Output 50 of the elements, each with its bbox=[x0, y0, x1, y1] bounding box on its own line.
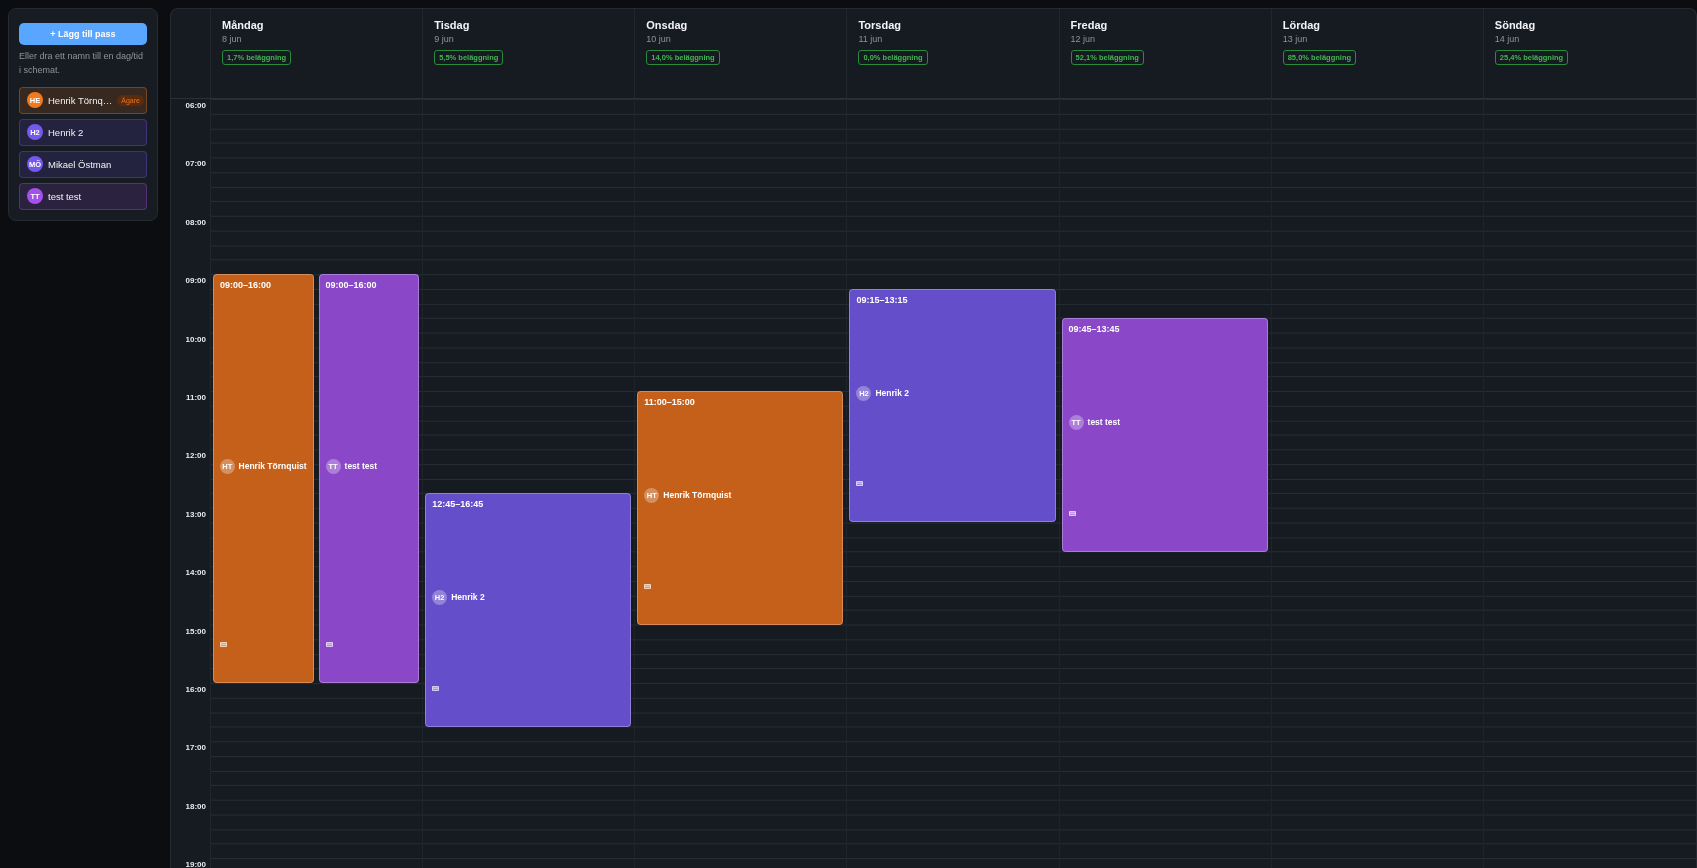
envelope-icon bbox=[220, 641, 227, 647]
time-label: 11:00 bbox=[185, 392, 206, 403]
time-label: 12:00 bbox=[185, 451, 206, 462]
day-date: 11 jun bbox=[858, 34, 883, 44]
time-label: 18:00 bbox=[185, 801, 206, 812]
time-label: 10:00 bbox=[185, 334, 206, 345]
shift-person-name: Henrik 2 bbox=[451, 592, 485, 603]
shift-person-name: Henrik Törnquist bbox=[238, 461, 307, 472]
shift-person-name: Henrik Törnquist bbox=[663, 490, 732, 501]
day-date: 13 jun bbox=[1282, 34, 1308, 44]
time-label: 09:00 bbox=[185, 276, 206, 287]
time-label: 17:00 bbox=[185, 743, 206, 754]
envelope-icon bbox=[644, 583, 652, 589]
day-date: 14 jun bbox=[1494, 34, 1520, 44]
day-name: Onsdag bbox=[646, 19, 688, 31]
shift-time: 09:00–16:00 bbox=[325, 280, 377, 291]
person-name: Mikael Östman bbox=[48, 158, 113, 170]
day-name: Fredag bbox=[1070, 19, 1108, 31]
time-label: 07:00 bbox=[185, 159, 206, 170]
shift-time: 12:45–16:45 bbox=[432, 499, 484, 510]
person-name: Henrik Törnq… bbox=[48, 94, 113, 106]
day-date: 12 jun bbox=[1070, 34, 1096, 44]
shift-person-name: Henrik 2 bbox=[875, 388, 909, 399]
envelope-icon bbox=[1068, 510, 1076, 516]
shift-time: 09:15–13:15 bbox=[856, 294, 908, 305]
day-date: 8 jun bbox=[222, 34, 242, 44]
day-name: Tisdag bbox=[434, 19, 470, 31]
person-name: test test bbox=[48, 190, 83, 202]
day-date: 10 jun bbox=[646, 34, 671, 44]
envelope-icon bbox=[856, 481, 864, 487]
person-name: Henrik 2 bbox=[48, 126, 85, 138]
envelope-icon bbox=[325, 641, 333, 647]
day-name: Söndag bbox=[1494, 19, 1536, 31]
day-date: 9 jun bbox=[434, 34, 454, 44]
shift-time: 09:45–13:45 bbox=[1068, 324, 1120, 334]
time-label: 13:00 bbox=[185, 509, 206, 520]
shift-person-name: test test bbox=[344, 461, 378, 472]
time-label: 15:00 bbox=[185, 626, 206, 637]
shift-person-name: test test bbox=[1087, 417, 1121, 428]
time-label: 06:00 bbox=[185, 101, 206, 111]
time-label: 14:00 bbox=[185, 568, 206, 579]
day-name: Torsdag bbox=[858, 19, 901, 31]
time-label: 19:00 bbox=[185, 860, 206, 868]
time-label: 16:00 bbox=[185, 684, 206, 695]
day-name: Måndag bbox=[222, 19, 264, 31]
envelope-icon bbox=[432, 685, 440, 691]
day-name: Lördag bbox=[1282, 19, 1320, 31]
time-label: 08:00 bbox=[185, 217, 206, 228]
shift-time: 11:00–15:00 bbox=[644, 397, 695, 407]
shift-time: 09:00–16:00 bbox=[220, 280, 272, 291]
